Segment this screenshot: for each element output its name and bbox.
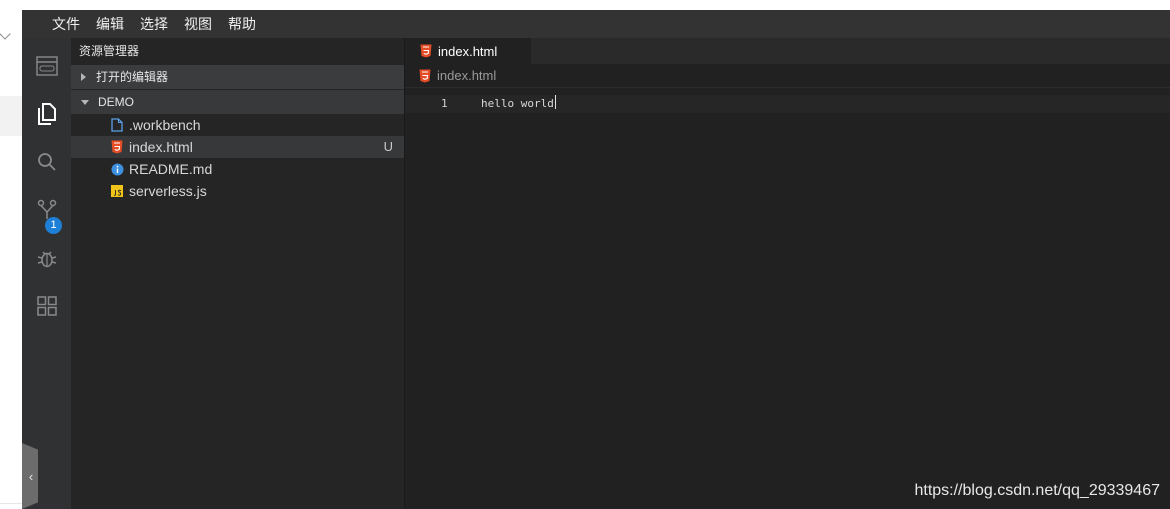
browser-side-strip xyxy=(0,0,22,509)
code-line[interactable]: 1 hello world xyxy=(405,95,1170,113)
file-item-readme[interactable]: README.md xyxy=(71,158,404,180)
source-control-icon[interactable]: 1 xyxy=(22,190,71,234)
file-name: serverless.js xyxy=(129,183,207,199)
file-list: .workbench index.html U README.md server… xyxy=(71,114,404,202)
editor-tabbar: index.html xyxy=(405,38,1170,64)
chevron-left-icon: ‹ xyxy=(28,468,34,484)
file-item-serverless-js[interactable]: serverless.js xyxy=(71,180,404,202)
files-icon[interactable] xyxy=(22,94,71,134)
open-editors-section[interactable]: 打开的编辑器 xyxy=(71,65,404,89)
editor-area: index.html index.html 1 hello world xyxy=(405,38,1170,509)
search-icon[interactable] xyxy=(22,142,71,182)
divider xyxy=(0,503,22,504)
watermark: https://blog.csdn.net/qq_29339467 xyxy=(914,482,1160,499)
menu-selection[interactable]: 选择 xyxy=(132,10,176,38)
html5-icon xyxy=(110,140,124,154)
activity-bar: 1 ‹ xyxy=(22,38,71,509)
info-icon xyxy=(110,162,124,176)
menubar: 文件 编辑 选择 视图 帮助 xyxy=(22,10,1170,38)
file-item-workbench[interactable]: .workbench xyxy=(71,114,404,136)
file-item-index-html[interactable]: index.html U xyxy=(71,136,404,158)
js-icon xyxy=(110,184,124,198)
page: 文件 编辑 选择 视图 帮助 1 ‹ 资源管理器 打开的编辑器 DEMO .wo… xyxy=(0,0,1170,509)
tab-index-html[interactable]: index.html xyxy=(405,38,531,64)
code-text: hello world xyxy=(481,97,554,110)
menu-file[interactable]: 文件 xyxy=(44,10,88,38)
file-name: .workbench xyxy=(129,117,201,133)
git-status-untracked: U xyxy=(383,139,393,154)
file-outline-icon xyxy=(110,118,124,132)
file-name: README.md xyxy=(129,161,213,177)
scm-count-badge: 1 xyxy=(45,217,62,234)
html5-icon xyxy=(418,69,432,83)
extensions-icon[interactable] xyxy=(22,286,71,326)
menu-help[interactable]: 帮助 xyxy=(220,10,264,38)
html5-icon xyxy=(419,44,433,58)
line-content[interactable]: hello world xyxy=(481,95,556,113)
collapse-sidebar-button[interactable]: ‹ xyxy=(22,443,38,509)
explorer-sidebar: 资源管理器 打开的编辑器 DEMO .workbench index.html … xyxy=(71,38,405,509)
open-editors-label: 打开的编辑器 xyxy=(96,70,169,84)
text-cursor xyxy=(554,95,556,109)
breadcrumb-item[interactable]: index.html xyxy=(437,68,496,83)
chevron-down-icon[interactable] xyxy=(0,28,11,40)
line-number: 1 xyxy=(441,97,448,110)
folder-label: DEMO xyxy=(98,95,134,109)
ide-window: 文件 编辑 选择 视图 帮助 1 ‹ 资源管理器 打开的编辑器 DEMO .wo… xyxy=(22,10,1170,509)
menu-view[interactable]: 视图 xyxy=(176,10,220,38)
breadcrumb: index.html xyxy=(405,64,1170,88)
folder-section-demo[interactable]: DEMO xyxy=(71,90,404,114)
explorer-title: 资源管理器 xyxy=(79,44,140,58)
file-name: index.html xyxy=(129,139,193,155)
caret-right-icon xyxy=(81,73,86,81)
menu-edit[interactable]: 编辑 xyxy=(88,10,132,38)
browser-preview-icon[interactable] xyxy=(22,46,71,86)
browser-strip-active-item xyxy=(0,96,22,136)
debug-icon[interactable] xyxy=(22,238,71,278)
tab-label: index.html xyxy=(438,43,498,59)
caret-down-icon xyxy=(81,99,89,105)
